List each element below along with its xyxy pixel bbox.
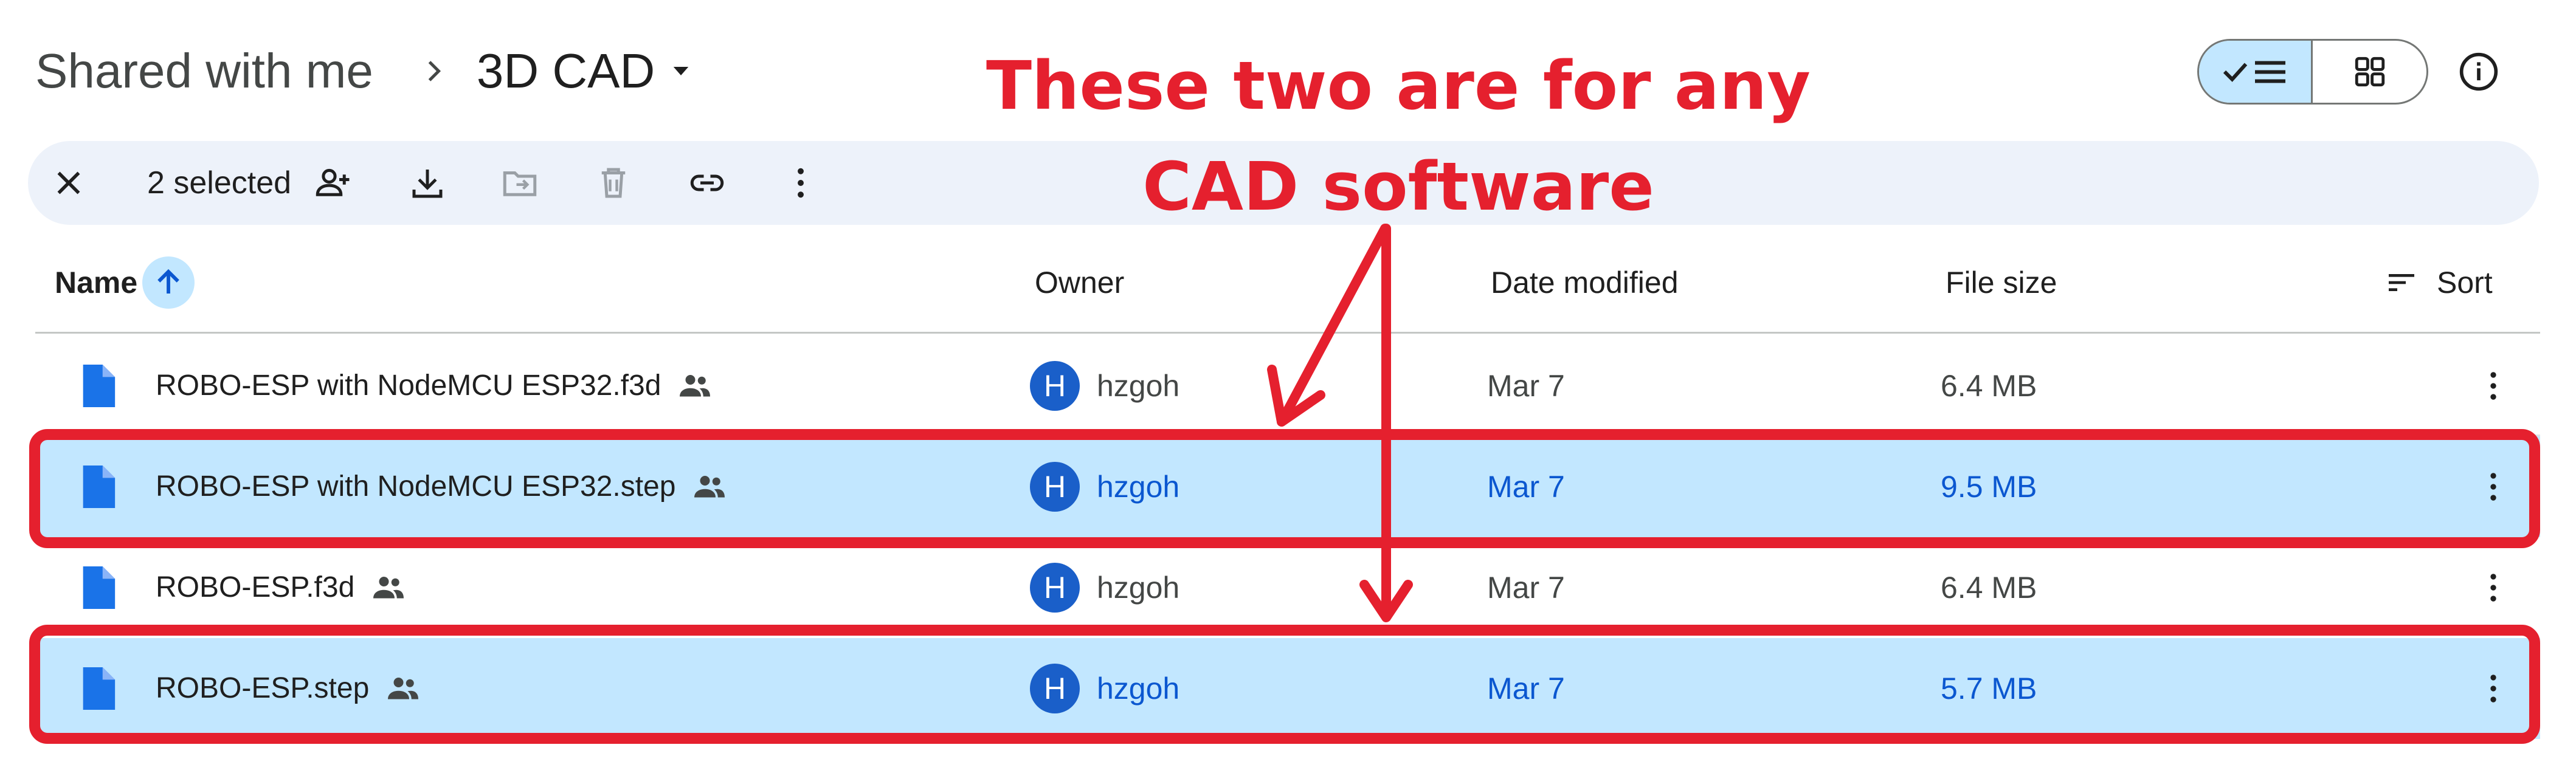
chevron-right-icon — [428, 61, 441, 81]
date-modified: Mar 7 — [1487, 369, 1565, 403]
date-modified: Mar 7 — [1487, 571, 1565, 605]
current-folder-label: 3D CAD — [476, 44, 655, 98]
sort-label: Sort — [2437, 266, 2493, 300]
column-header-name[interactable]: Name — [55, 261, 137, 304]
info-icon[interactable] — [2458, 51, 2499, 92]
grid-view-button[interactable] — [2313, 41, 2426, 103]
file-name-label: ROBO-ESP.f3d — [156, 571, 355, 603]
sort-button[interactable]: Sort — [2384, 261, 2493, 304]
person-add-icon[interactable] — [313, 163, 353, 203]
link-icon[interactable] — [687, 163, 727, 203]
more-vert-icon[interactable] — [2474, 367, 2512, 405]
file-name-label: ROBO-ESP with NodeMCU ESP32.f3d — [156, 369, 661, 402]
table-row[interactable]: ROBO-ESP.f3d H hzgoh Mar 7 6.4 MB — [35, 537, 2540, 638]
file-size: 6.4 MB — [1941, 571, 2037, 605]
list-view-button[interactable] — [2199, 41, 2313, 103]
sort-lines-icon — [2389, 274, 2414, 291]
view-toggle — [2197, 39, 2428, 105]
file-name: ROBO-ESP with NodeMCU ESP32.f3d — [156, 367, 713, 405]
folder-move-icon[interactable] — [500, 163, 540, 203]
download-icon[interactable] — [407, 163, 447, 203]
arrow-up-icon — [157, 269, 179, 294]
more-vert-icon[interactable] — [781, 163, 821, 203]
file-size: 6.4 MB — [1941, 369, 2037, 403]
people-icon — [680, 375, 711, 397]
column-header-owner[interactable]: Owner — [1035, 261, 1124, 304]
breadcrumb-shared-with-me[interactable]: Shared with me — [35, 43, 373, 99]
table-row[interactable]: ROBO-ESP with NodeMCU ESP32.f3d H hzgoh … — [35, 335, 2540, 436]
selected-count: 2 selected — [147, 165, 292, 201]
annotation-text: These two are for any CAD software — [986, 47, 1811, 225]
people-icon — [373, 577, 404, 599]
sort-direction-button[interactable] — [142, 256, 195, 309]
close-icon[interactable] — [49, 163, 89, 203]
more-vert-icon[interactable] — [2474, 569, 2512, 606]
column-header-date-modified[interactable]: Date modified — [1491, 261, 1679, 304]
owner-name: hzgoh — [1097, 369, 1180, 403]
grid-icon — [2355, 57, 2384, 87]
file-doc-icon — [83, 365, 116, 407]
caret-down-icon — [673, 67, 689, 75]
column-header-file-size[interactable]: File size — [1946, 261, 2057, 304]
avatar: H — [1030, 361, 1080, 411]
header-divider — [35, 332, 2540, 334]
breadcrumb-current-folder[interactable]: 3D CAD — [477, 43, 694, 99]
owner-name: hzgoh — [1097, 571, 1180, 605]
trash-icon[interactable] — [593, 163, 634, 203]
file-doc-icon — [83, 566, 116, 609]
avatar: H — [1030, 563, 1080, 613]
annotation-highlight-box — [29, 625, 2540, 744]
breadcrumb: Shared with me 3D CAD — [35, 38, 694, 105]
file-name: ROBO-ESP.f3d — [156, 569, 407, 606]
check-list-icon — [2223, 61, 2286, 83]
annotation-highlight-box — [29, 429, 2540, 548]
